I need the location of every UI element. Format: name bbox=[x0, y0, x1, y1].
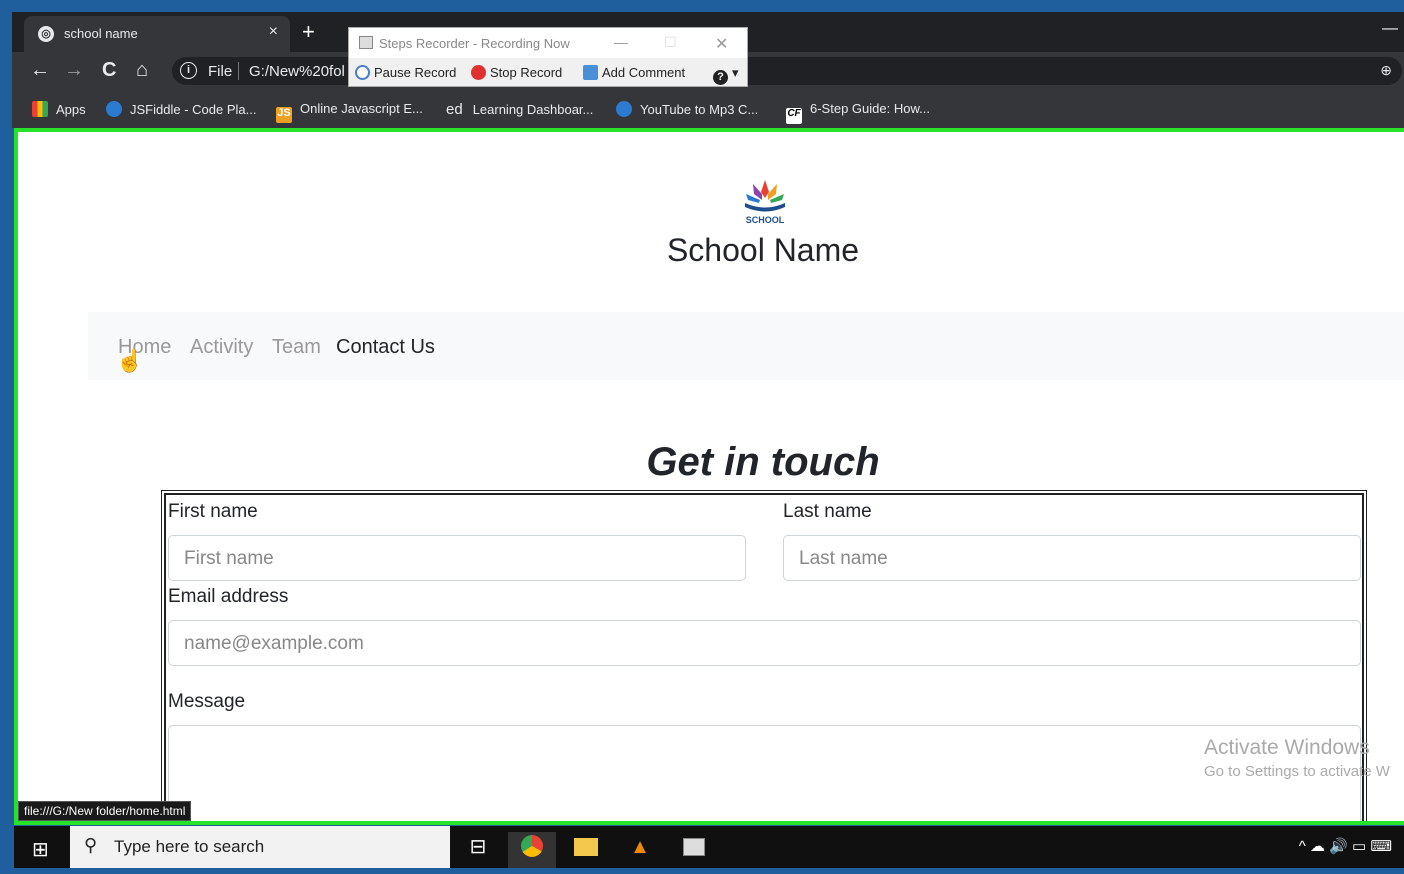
steps-recorder-icon bbox=[359, 36, 373, 49]
globe-icon: ◎ bbox=[38, 26, 54, 42]
file-explorer-icon[interactable] bbox=[562, 832, 610, 868]
nav-contact-us[interactable]: Contact Us bbox=[336, 336, 435, 359]
js-icon: JS bbox=[276, 107, 292, 123]
bookmark-learning[interactable]: ed Learning Dashboar... bbox=[446, 101, 593, 118]
bookmark-label: 6-Step Guide: How... bbox=[810, 101, 930, 116]
windows-taskbar: ⊞ ⚲ Type here to search ⊟ ▲ ^ ☁ 🔊 ▭ ⌨ bbox=[14, 826, 1404, 868]
stop-record-button[interactable]: Stop Record bbox=[471, 65, 562, 80]
system-tray[interactable]: ^ ☁ 🔊 ▭ ⌨ bbox=[1299, 837, 1392, 855]
ed-icon: ed bbox=[446, 101, 463, 118]
get-in-touch-heading: Get in touch bbox=[646, 440, 880, 484]
chrome-icon[interactable] bbox=[508, 832, 556, 868]
nav-activity[interactable]: Activity bbox=[190, 336, 253, 359]
message-label: Message bbox=[168, 691, 246, 712]
stop-record-label: Stop Record bbox=[490, 65, 563, 80]
first-name-input[interactable]: First name bbox=[168, 535, 746, 581]
bookmark-jsfiddle[interactable]: JSFiddle - Code Pla... bbox=[106, 101, 256, 117]
add-comment-label: Add Comment bbox=[602, 65, 686, 80]
logo-text: SCHOOL bbox=[746, 215, 785, 225]
steps-recorder-window: Steps Recorder - Recording Now — ☐ ✕ Pau… bbox=[348, 27, 748, 87]
home-icon[interactable]: ⌂ bbox=[136, 60, 148, 80]
bookmark-apps[interactable]: Apps bbox=[32, 101, 86, 117]
bookmark-label: Apps bbox=[56, 102, 86, 117]
windows-start-icon[interactable]: ⊞ bbox=[32, 837, 49, 862]
bookmark-online-js[interactable]: JS Online Javascript E... bbox=[276, 101, 423, 123]
steps-recorder-title: Steps Recorder - Recording Now bbox=[379, 36, 570, 51]
pause-record-button[interactable]: Pause Record bbox=[355, 65, 456, 80]
school-name-title: School Name bbox=[666, 232, 860, 268]
tab-title: school name bbox=[64, 26, 138, 41]
bookmark-label: YouTube to Mp3 C... bbox=[640, 102, 759, 117]
help-button[interactable]: ? ▾ bbox=[713, 65, 739, 85]
taskbar-search[interactable]: ⚲ Type here to search bbox=[70, 826, 450, 868]
steps-recorder-taskbar-icon[interactable] bbox=[670, 832, 718, 868]
cloud-icon bbox=[616, 101, 632, 117]
steps-minimize-icon[interactable]: — bbox=[614, 34, 628, 50]
forward-icon[interactable]: → bbox=[64, 60, 84, 80]
bookmark-label: JSFiddle - Code Pla... bbox=[130, 102, 257, 117]
zoom-icon[interactable]: ⊕ bbox=[1380, 62, 1392, 79]
steps-recorder-titlebar: Steps Recorder - Recording Now — ☐ ✕ bbox=[349, 28, 747, 58]
pause-icon bbox=[355, 65, 370, 80]
activate-windows-watermark: Activate Windows Go to Settings to activ… bbox=[1204, 736, 1390, 780]
cf-icon: CF bbox=[786, 108, 802, 124]
pause-record-label: Pause Record bbox=[374, 65, 457, 80]
bookmarks-bar: Apps JSFiddle - Code Pla... JS Online Jav… bbox=[12, 90, 1404, 128]
nav-team[interactable]: Team bbox=[272, 336, 321, 359]
status-url-tooltip: file:///G:/New folder/home.html bbox=[18, 801, 192, 821]
minimize-icon[interactable]: — bbox=[1382, 20, 1398, 38]
new-tab-button[interactable]: + bbox=[302, 20, 315, 44]
first-name-label: First name bbox=[168, 501, 258, 522]
site-navbar: Home Activity Team Contact Us bbox=[88, 312, 1404, 380]
watermark-line1: Activate Windows bbox=[1204, 736, 1370, 759]
hand-cursor-icon: ☝ bbox=[116, 348, 144, 373]
vlc-icon[interactable]: ▲ bbox=[616, 832, 664, 868]
contact-form: First name First name Last name Last nam… bbox=[161, 490, 1367, 821]
bookmark-youtube-mp3[interactable]: YouTube to Mp3 C... bbox=[616, 101, 758, 117]
browser-tab[interactable]: ◎ school name × bbox=[24, 16, 290, 52]
bookmark-label: Online Javascript E... bbox=[300, 101, 423, 116]
bookmark-label: Learning Dashboar... bbox=[472, 102, 594, 117]
task-view-icon[interactable]: ⊟ bbox=[454, 832, 502, 868]
last-name-input[interactable]: Last name bbox=[783, 535, 1361, 581]
url-text[interactable]: G:/New%20fol bbox=[249, 63, 345, 80]
help-icon: ? bbox=[713, 70, 728, 85]
web-page: SCHOOL School Name Home Activity Team Co… bbox=[14, 128, 1404, 825]
address-separator bbox=[238, 62, 239, 80]
reload-icon[interactable]: C bbox=[102, 60, 116, 80]
watermark-line2: Go to Settings to activate W bbox=[1204, 763, 1390, 780]
comment-icon bbox=[583, 65, 598, 80]
search-icon: ⚲ bbox=[84, 835, 98, 855]
stop-icon bbox=[471, 65, 486, 80]
close-tab-icon[interactable]: × bbox=[269, 23, 278, 41]
bookmark-6-step-guide[interactable]: CF 6-Step Guide: How... bbox=[786, 101, 930, 124]
file-label: File bbox=[208, 63, 233, 80]
email-label: Email address bbox=[168, 586, 289, 607]
steps-maximize-icon: ☐ bbox=[664, 34, 677, 50]
info-icon[interactable]: i bbox=[180, 62, 197, 79]
steps-close-icon[interactable]: ✕ bbox=[715, 34, 728, 54]
apps-grid-icon bbox=[32, 101, 48, 117]
last-name-label: Last name bbox=[783, 501, 872, 522]
jsfiddle-icon bbox=[106, 101, 122, 117]
message-textarea[interactable] bbox=[168, 725, 1361, 821]
add-comment-button[interactable]: Add Comment bbox=[583, 65, 685, 80]
email-input[interactable]: name@example.com bbox=[168, 620, 1361, 666]
school-logo: SCHOOL bbox=[745, 180, 785, 225]
back-icon[interactable]: ← bbox=[30, 60, 50, 80]
taskbar-search-text: Type here to search bbox=[114, 837, 265, 856]
